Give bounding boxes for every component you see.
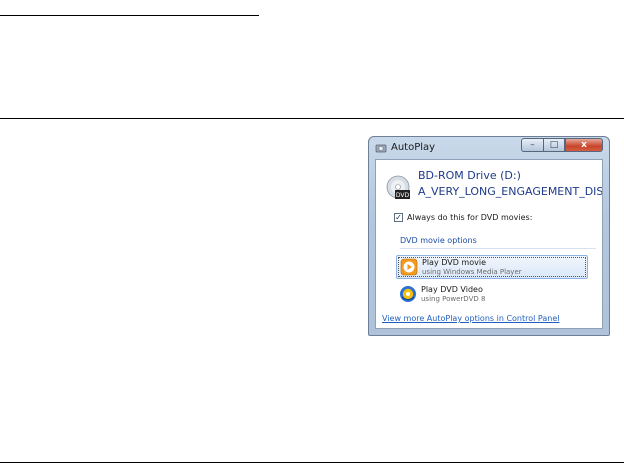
window-title: AutoPlay <box>391 142 436 153</box>
always-do-this-checkbox[interactable]: ✓ Always do this for DVD movies: <box>394 213 532 222</box>
middle-rule <box>0 118 624 119</box>
section-heading: DVD movie options <box>400 236 477 245</box>
powerdvd-icon <box>400 286 416 302</box>
option-title: Play DVD Video <box>421 285 483 294</box>
option-play-dvd-movie[interactable]: Play DVD movie using Windows Media Playe… <box>396 255 588 279</box>
top-short-rule <box>0 15 259 16</box>
window-controls: – □ x <box>521 138 603 153</box>
bottom-rule <box>0 462 624 463</box>
section-divider <box>400 248 596 249</box>
windows-media-player-icon <box>400 258 418 276</box>
maximize-button[interactable]: □ <box>543 138 565 152</box>
dialog-content: DVD BD-ROM Drive (D:) A_VERY_LONG_ENGAGE… <box>375 159 603 329</box>
autoplay-title-icon <box>375 144 387 153</box>
autoplay-window: AutoPlay – □ x DVD BD-ROM Drive (D:) A_V… <box>368 136 610 336</box>
drive-name: BD-ROM Drive (D:) <box>418 169 521 182</box>
dvd-drive-icon: DVD <box>386 175 410 199</box>
disc-label: A_VERY_LONG_ENGAGEMENT_DISC <box>418 185 602 198</box>
title-bar[interactable]: AutoPlay – □ x <box>369 137 609 159</box>
svg-text:DVD: DVD <box>396 192 410 199</box>
control-panel-link[interactable]: View more AutoPlay options in Control Pa… <box>382 314 559 323</box>
option-play-dvd-video[interactable]: Play DVD Video using PowerDVD 8 <box>396 283 588 307</box>
option-title: Play DVD movie <box>422 258 486 267</box>
minimize-button[interactable]: – <box>521 138 543 152</box>
checkbox-check-icon[interactable]: ✓ <box>394 213 403 222</box>
option-subtitle: using PowerDVD 8 <box>421 295 486 303</box>
option-subtitle: using Windows Media Player <box>422 268 522 276</box>
close-button[interactable]: x <box>565 138 603 152</box>
always-do-this-label[interactable]: Always do this for DVD movies: <box>407 213 532 222</box>
